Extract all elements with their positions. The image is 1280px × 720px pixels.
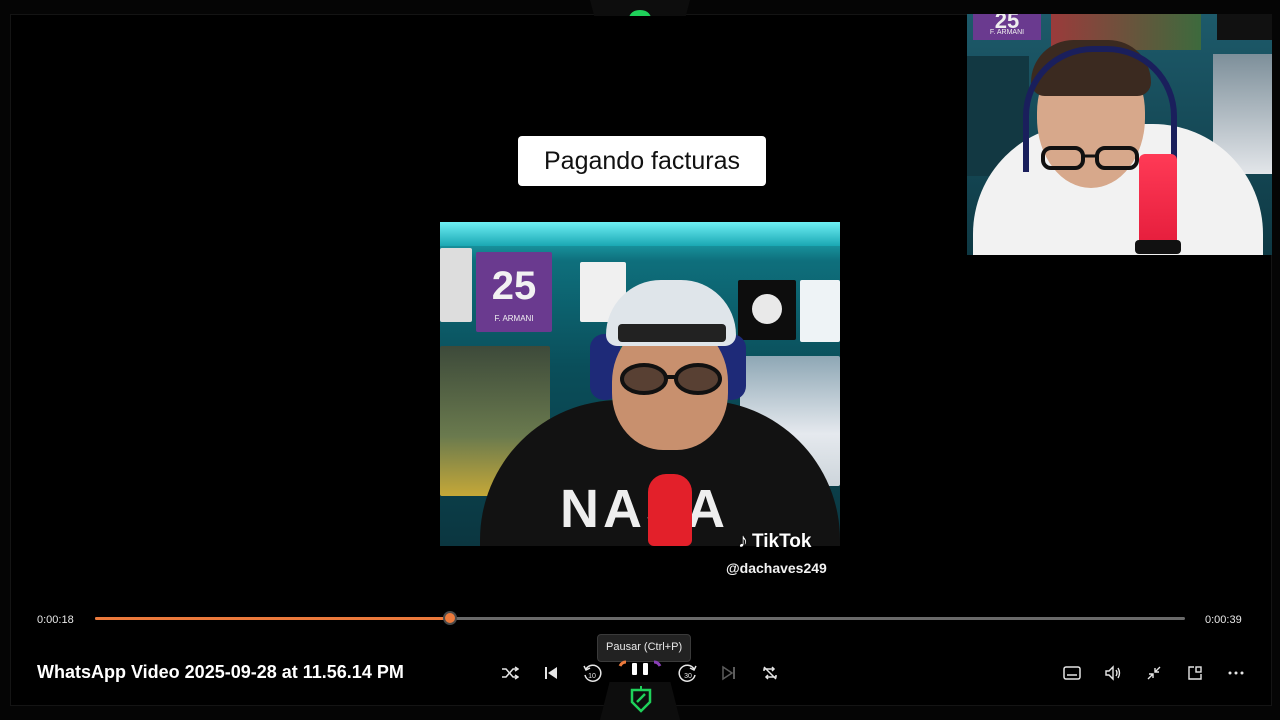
pause-icon — [632, 663, 637, 675]
previous-button[interactable] — [539, 661, 563, 685]
tiktok-watermark: ♪ TikTok — [738, 530, 811, 553]
webcam-overlay: 25 F. ARMANI — [967, 14, 1272, 255]
microphone-base — [1135, 240, 1181, 254]
next-icon — [722, 665, 735, 681]
total-time: 0:00:39 — [1205, 614, 1242, 626]
captions-button[interactable] — [1060, 661, 1084, 685]
poster-jersey: 25 F. ARMANI — [476, 252, 552, 332]
previous-icon — [545, 667, 557, 679]
rewind-label: 10 — [588, 673, 596, 680]
more-icon — [1228, 671, 1244, 675]
tiktok-icon: ♪ — [738, 530, 748, 552]
pause-button[interactable] — [616, 660, 664, 684]
pause-tooltip: Pausar (Ctrl+P) — [597, 634, 692, 662]
poster-real-madrid — [738, 280, 796, 340]
poster-left — [440, 248, 472, 322]
glasses-icon — [620, 363, 722, 395]
volume-icon — [1105, 665, 1121, 681]
mini-player-button[interactable] — [1183, 661, 1207, 685]
minimize-button[interactable] — [1142, 661, 1166, 685]
rewind-10-button[interactable]: 10 — [580, 661, 604, 685]
forward-label: 30 — [684, 673, 692, 680]
tiktok-video-frame: 25 F. ARMANI NASA — [440, 222, 840, 546]
shirt-logo: NASA — [560, 479, 730, 539]
forward-30-icon: 30 — [678, 664, 697, 682]
microphone — [648, 474, 692, 546]
current-time: 0:00:18 — [37, 614, 74, 626]
tiktok-label: TikTok — [752, 530, 812, 552]
more-button[interactable] — [1224, 661, 1248, 685]
webcam-poster-crest — [1217, 14, 1272, 40]
forward-30-button[interactable]: 30 — [676, 661, 700, 685]
repeat-icon — [763, 666, 777, 680]
captions-icon — [1063, 666, 1081, 680]
streamer-glasses-icon — [1041, 146, 1139, 170]
webcam-poster-jersey: 25 F. ARMANI — [973, 14, 1041, 40]
poster-number: 25 — [491, 264, 537, 308]
tiktok-handle: @dachaves249 — [726, 560, 827, 576]
shield-logo-icon — [630, 686, 652, 713]
video-caption: Pagando facturas — [518, 136, 766, 186]
streamer-microphone — [1139, 154, 1177, 246]
next-button[interactable] — [717, 661, 741, 685]
shuffle-icon — [502, 666, 519, 680]
shuffle-button[interactable] — [498, 661, 522, 685]
volume-button[interactable] — [1101, 661, 1125, 685]
mini-player-icon — [1188, 666, 1202, 680]
video-title: WhatsApp Video 2025-09-28 at 11.56.14 PM — [37, 662, 404, 682]
cap-band — [618, 324, 726, 342]
ceiling-light — [440, 222, 840, 246]
rewind-10-icon: 10 — [583, 664, 602, 682]
poster-name: F. ARMANI — [494, 314, 534, 323]
minimize-icon — [1147, 666, 1161, 680]
repeat-button[interactable] — [758, 661, 782, 685]
webcam-poster-name: F. ARMANI — [989, 29, 1025, 36]
seek-bar-progress — [95, 617, 451, 620]
poster-jersey-right — [800, 280, 840, 342]
seek-bar[interactable] — [95, 611, 1185, 625]
